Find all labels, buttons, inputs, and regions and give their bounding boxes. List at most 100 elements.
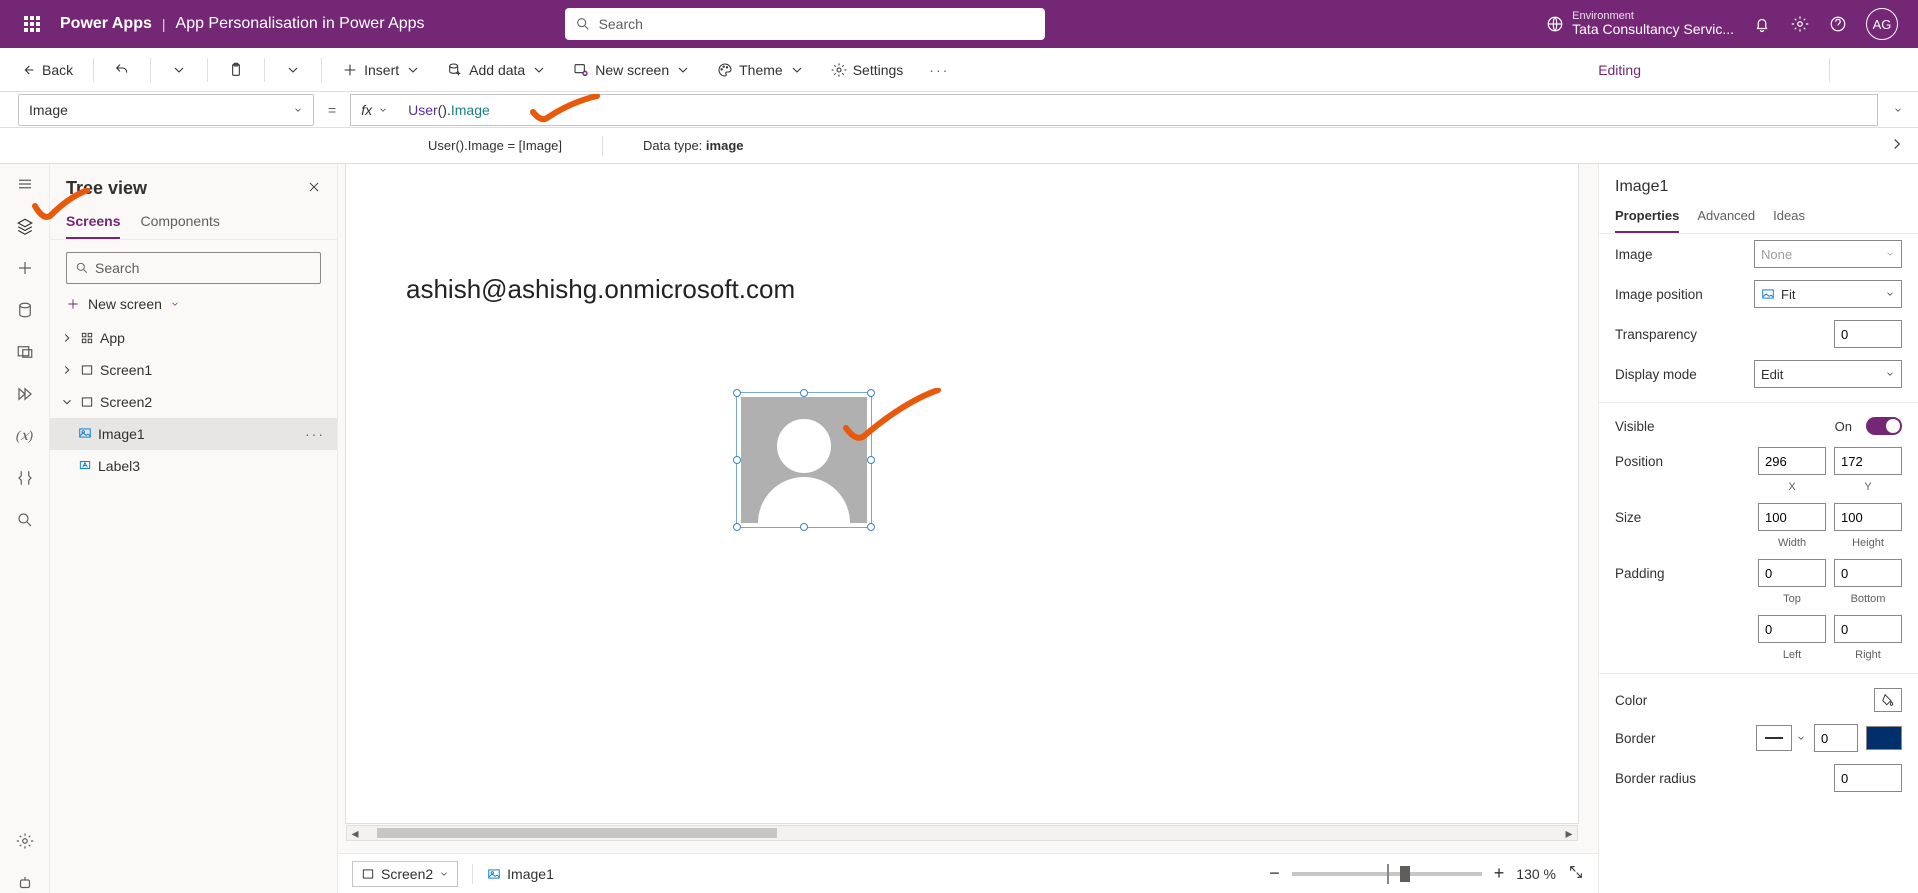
rail-insert[interactable] [15,258,35,278]
add-data-button[interactable]: Add data [437,54,557,86]
color-picker[interactable] [1874,688,1902,712]
theme-button[interactable]: Theme [707,54,815,86]
rail-media[interactable] [15,342,35,362]
save-button[interactable] [1791,60,1811,80]
product-name[interactable]: Power Apps [60,15,152,33]
new-screen-button[interactable]: New screen [563,54,701,86]
close-icon [307,180,321,194]
global-search[interactable]: Search [565,8,1045,40]
fit-to-window[interactable] [1568,864,1584,883]
paste-menu[interactable] [275,54,311,86]
preview-button[interactable] [1757,60,1777,80]
resize-handle[interactable] [800,389,808,397]
tree-item-screen2[interactable]: Screen2 [50,386,337,418]
notifications-button[interactable] [1752,14,1772,34]
scroll-right[interactable]: ▸ [1561,826,1577,840]
publish-button[interactable] [1882,60,1902,80]
tab-advanced[interactable]: Advanced [1697,208,1755,233]
tools-icon [16,469,34,487]
tree-item-more[interactable]: ··· [305,426,325,442]
rail-power-automate[interactable] [15,384,35,404]
settings-button[interactable] [1790,14,1810,34]
back-button[interactable]: Back [10,54,83,86]
tree-close[interactable] [307,180,321,197]
tab-properties[interactable]: Properties [1615,208,1679,233]
formula-expand[interactable] [1878,105,1918,115]
visible-toggle[interactable] [1866,417,1902,435]
prop-displaymode-label: Display mode [1615,367,1746,382]
settings-cmd-button[interactable]: Settings [821,54,914,86]
canvas[interactable]: ashish@ashishg.onmicrosoft.com [346,164,1578,823]
tab-ideas[interactable]: Ideas [1773,208,1805,233]
tree-item-app[interactable]: App [50,322,337,354]
rail-virtual-agent[interactable] [15,873,35,893]
rail-tools[interactable] [15,468,35,488]
undo-button[interactable] [104,54,140,86]
waffle-button[interactable] [8,16,56,32]
chevron-down-icon [60,395,74,409]
canvas-hscrollbar[interactable]: ◂ ▸ [346,825,1578,841]
formula-input[interactable]: User().Image [398,94,1878,126]
border-style-select[interactable] [1756,725,1792,751]
prop-displaymode-select[interactable]: Edit [1754,360,1902,388]
resize-handle[interactable] [867,523,875,531]
equals-sign: = [328,102,336,118]
prop-y-input[interactable] [1834,447,1902,475]
prop-pad-top[interactable] [1758,559,1826,587]
prop-pad-right[interactable] [1834,615,1902,643]
screen-selector[interactable]: Screen2 [352,861,458,887]
rail-data[interactable] [15,300,35,320]
zoom-in[interactable]: + [1494,863,1505,884]
prop-position-label: Position [1615,454,1750,469]
prop-borderradius-input[interactable] [1834,764,1902,792]
comments-button[interactable] [1723,60,1743,80]
help-button[interactable] [1828,14,1848,34]
editing-mode[interactable]: Editing [1592,62,1641,78]
save-menu[interactable] [1848,60,1868,80]
breadcrumb[interactable]: Image1 [487,866,554,882]
resize-handle[interactable] [800,523,808,531]
scroll-left[interactable]: ◂ [347,826,363,840]
border-color-swatch[interactable] [1866,726,1902,750]
zoom-slider[interactable] [1292,872,1482,876]
insert-button[interactable]: Insert [332,54,431,86]
resize-handle[interactable] [867,456,875,464]
tree-item-image1[interactable]: Image1 ··· [50,418,337,450]
undo-menu[interactable] [161,54,197,86]
resize-handle[interactable] [733,523,741,531]
tree-new-screen[interactable]: New screen [50,290,337,318]
prop-pad-bottom[interactable] [1834,559,1902,587]
tree-item-label3[interactable]: Label3 [50,450,337,482]
prop-height-input[interactable] [1834,503,1902,531]
tab-components[interactable]: Components [140,213,219,239]
tree-search[interactable]: Search [66,252,321,284]
app-checker-button[interactable] [1689,60,1709,80]
left-rail: (𝑥) [0,164,50,893]
scroll-thumb[interactable] [377,828,777,838]
prop-width-input[interactable] [1758,503,1826,531]
result-expand[interactable] [1888,135,1906,156]
resize-handle[interactable] [733,456,741,464]
label-email[interactable]: ashish@ashishg.onmicrosoft.com [406,274,795,305]
environment-picker[interactable]: Environment Tata Consultancy Servic... [1546,10,1734,37]
share-button[interactable] [1655,60,1675,80]
prop-transparency-input[interactable] [1834,320,1902,348]
fx-indicator[interactable]: fx [350,94,398,126]
rail-search[interactable] [15,510,35,530]
overflow-button[interactable]: ··· [919,54,959,86]
arrow-left-icon [20,62,36,78]
prop-pad-left[interactable] [1758,615,1826,643]
resize-handle[interactable] [733,389,741,397]
rail-settings[interactable] [15,831,35,851]
zoom-out[interactable]: − [1269,863,1280,884]
prop-x-input[interactable] [1758,447,1826,475]
rail-variables[interactable]: (𝑥) [15,426,35,446]
image-icon [78,426,92,440]
tree-item-screen1[interactable]: Screen1 [50,354,337,386]
prop-imageposition-select[interactable]: Fit [1754,280,1902,308]
paste-button[interactable] [218,54,254,86]
property-selector[interactable]: Image [18,94,314,126]
prop-border-width[interactable] [1814,724,1858,752]
user-avatar[interactable]: AG [1866,8,1898,40]
prop-image-select[interactable]: None [1754,240,1902,268]
